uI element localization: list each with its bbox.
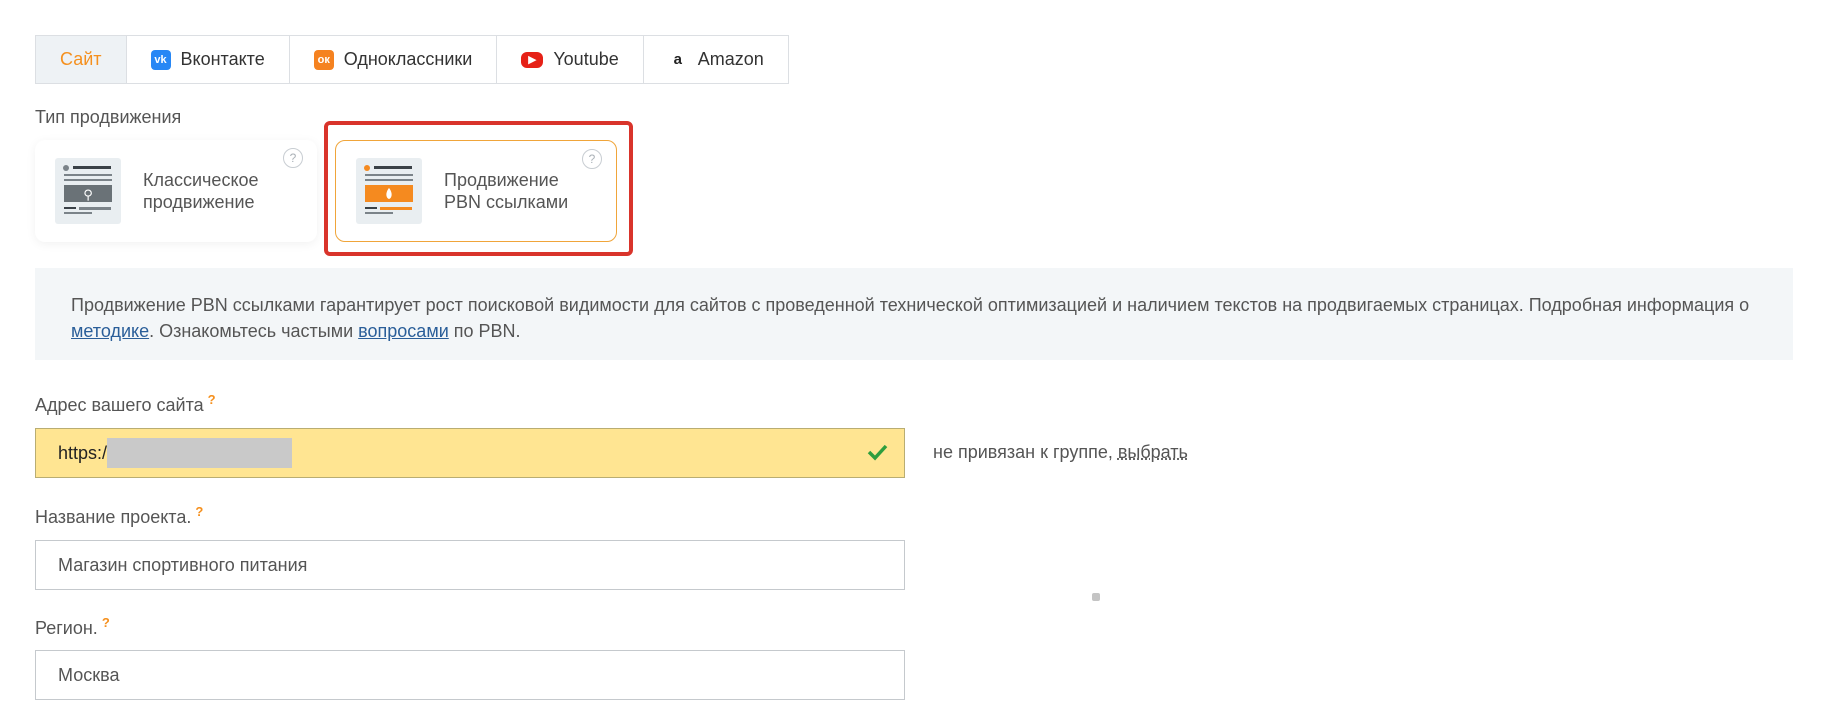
- hint-mark[interactable]: ?: [102, 615, 110, 630]
- classic-promotion-option[interactable]: ⚲ Классическое продвижение ?: [35, 140, 317, 242]
- site-url-field[interactable]: https:/: [35, 428, 905, 478]
- select-group-link[interactable]: выбрать: [1118, 442, 1188, 462]
- youtube-icon: ▶: [521, 51, 544, 68]
- tab-label: Youtube: [553, 49, 619, 69]
- group-status: не привязан к группе, выбрать: [933, 442, 1188, 462]
- site-url-value: https:/: [58, 442, 108, 463]
- amazon-icon: a: [673, 51, 682, 68]
- pbn-info-box: Продвижение PBN ссылками гарантирует рос…: [35, 268, 1793, 360]
- classic-promotion-text: Классическое продвижение: [143, 170, 259, 212]
- site-address-label: Адрес вашего сайта?: [35, 392, 216, 415]
- faq-link[interactable]: вопросами: [358, 321, 449, 341]
- methodology-link[interactable]: методике: [71, 321, 149, 341]
- promotion-type-label: Тип продвижения: [35, 107, 182, 127]
- tab-odnoklassniki[interactable]: ок Одноклассники: [289, 36, 498, 83]
- tab-vkontakte[interactable]: vk Вконтакте: [126, 36, 290, 83]
- tab-label: Сайт: [60, 49, 102, 69]
- region-value: Москва: [58, 664, 120, 685]
- vk-icon: vk: [150, 49, 171, 70]
- svg-text:⚲: ⚲: [83, 187, 93, 202]
- hint-mark[interactable]: ?: [195, 504, 203, 519]
- tab-amazon[interactable]: a Amazon: [643, 36, 788, 83]
- classic-promotion-icon: ⚲: [55, 158, 121, 224]
- project-name-value: Магазин спортивного питания: [58, 554, 308, 575]
- tab-youtube[interactable]: ▶ Youtube: [497, 36, 644, 83]
- tab-label: Amazon: [697, 49, 764, 69]
- tab-label: Одноклассники: [343, 49, 473, 69]
- platform-tabs: Сайт vk Вконтакте ок Одноклассники ▶ You…: [35, 35, 789, 84]
- redacted-block: [107, 438, 293, 468]
- tab-site[interactable]: Сайт: [36, 36, 127, 83]
- help-icon[interactable]: ?: [283, 148, 303, 168]
- ok-icon: ок: [313, 49, 334, 70]
- cursor-dot: [1092, 593, 1100, 601]
- region-label: Регион.?: [35, 615, 110, 638]
- hint-mark[interactable]: ?: [208, 392, 216, 407]
- project-name-field[interactable]: Магазин спортивного питания: [35, 540, 905, 590]
- region-field[interactable]: Москва: [35, 650, 905, 700]
- checkmark-icon: [867, 444, 888, 461]
- tab-label: Вконтакте: [180, 49, 265, 69]
- highlight-frame: [324, 121, 633, 256]
- project-name-label: Название проекта.?: [35, 504, 204, 527]
